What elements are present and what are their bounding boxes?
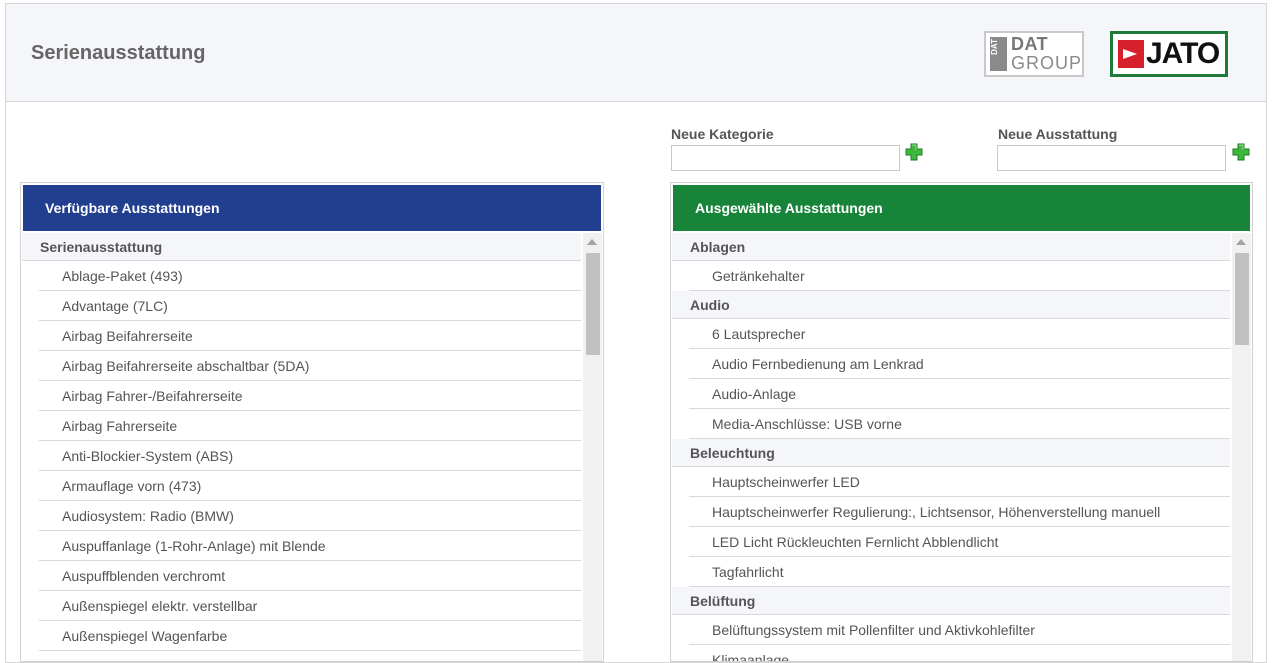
list-item[interactable]: Airbag Beifahrerseite [39,321,581,351]
new-equipment-label: Neue Ausstattung [998,126,1118,142]
scroll-up-arrow-icon[interactable] [1236,239,1246,245]
available-list: Serienausstattung Ablage-Paket (493) Adva… [22,233,581,661]
available-equipment-panel: Verfügbare Ausstattungen Serienausstattu… [20,182,604,662]
list-item[interactable]: Audio-Anlage [689,379,1230,409]
available-panel-header: Verfügbare Ausstattungen [23,185,601,231]
list-item[interactable]: Klimaanlage [689,645,1230,661]
available-scrollbar[interactable] [583,233,602,661]
list-item[interactable]: Auspuffanlage (1-Rohr-Anlage) mit Blende [39,531,581,561]
page-title: Serienausstattung [31,42,206,64]
category-row: Belüftung [672,587,1230,615]
new-category-input[interactable] [671,145,900,171]
jato-logo: JATO [1110,31,1228,77]
list-item[interactable]: Audio Fernbedienung am Lenkrad [689,349,1230,379]
list-item[interactable]: Airbag Fahrerseite [39,411,581,441]
jato-logo-mark [1118,40,1144,68]
list-item[interactable]: Audiosystem: Radio (BMW) [39,501,581,531]
list-item[interactable]: Außenspiegel elektr. verstellbar [39,591,581,621]
list-item[interactable]: Airbag Beifahrerseite abschaltbar (5DA) [39,351,581,381]
list-item[interactable]: Airbag Fahrer-/Beifahrerseite [39,381,581,411]
selected-equipment-panel: Ausgewählte Ausstattungen Ablagen Getränk… [670,182,1253,662]
list-item[interactable]: Ablage-Paket (493) [39,261,581,291]
dat-group-logo: DAT DAT GROUP [984,31,1084,77]
dat-logo-line1: DAT [1010,34,1049,54]
add-equipment-plus-icon[interactable] [1232,143,1250,161]
new-category-label: Neue Kategorie [671,126,774,142]
dat-logo-line2: GROUP [1010,53,1082,73]
selected-scrollbar[interactable] [1232,233,1251,661]
selected-panel-header: Ausgewählte Ausstattungen [673,185,1250,231]
list-item[interactable]: LED Licht Rückleuchten Fernlicht Abblend… [689,527,1230,557]
list-item[interactable]: 6 Lautsprecher [689,319,1230,349]
category-row: Beleuchtung [672,439,1230,467]
scroll-up-arrow-icon[interactable] [587,239,597,245]
list-item[interactable]: Media-Anschlüsse: USB vorne [689,409,1230,439]
list-item[interactable]: Armauflage vorn (473) [39,471,581,501]
list-item[interactable]: Außenspiegel Wagenfarbe [39,621,581,651]
list-item[interactable]: Advantage (7LC) [39,291,581,321]
selected-list: Ablagen Getränkehalter Audio 6 Lautsprecher… [672,233,1230,661]
category-row: Audio [672,291,1230,319]
list-item[interactable]: Anti-Blockier-System (ABS) [39,441,581,471]
list-item[interactable]: Tagfahrlicht [689,557,1230,587]
list-item[interactable]: Hauptscheinwerfer LED [689,467,1230,497]
add-category-plus-icon[interactable] [905,143,923,161]
scroll-thumb[interactable] [1235,253,1249,345]
list-item[interactable]: Auspuffblenden verchromt [39,561,581,591]
category-row: Ablagen [672,233,1230,261]
new-equipment-input[interactable] [997,145,1226,171]
jato-logo-text: JATO [1146,37,1220,70]
scroll-thumb[interactable] [586,253,600,355]
list-item[interactable]: Belüftungssystem mit Pollenfilter und Ak… [689,615,1230,645]
category-row: Serienausstattung [22,233,581,261]
list-item[interactable]: Getränkehalter [689,261,1230,291]
list-item[interactable]: Hauptscheinwerfer Regulierung:, Lichtsen… [689,497,1230,527]
dat-logo-mark: DAT [990,37,1007,71]
